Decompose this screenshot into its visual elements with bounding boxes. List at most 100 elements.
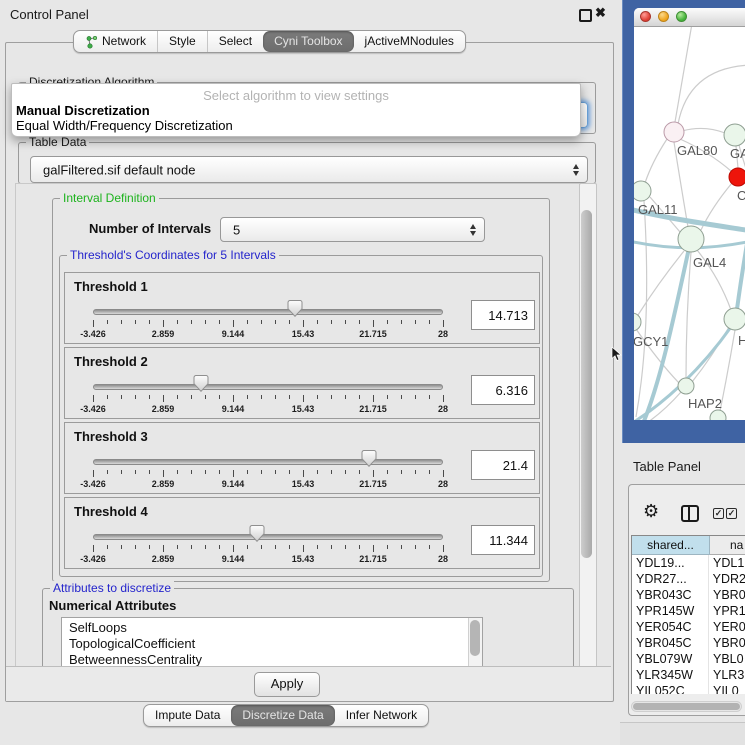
threshold-1-value-field[interactable]: 14.713 [471,300,535,330]
network-node[interactable] [724,308,745,330]
network-node[interactable] [729,168,745,186]
slider-thumb[interactable] [362,450,377,472]
panel-scrollbar[interactable] [579,183,597,668]
slider-thumb[interactable] [250,525,265,547]
attributes-group-title: Attributes to discretize [50,581,174,595]
close-traffic-light[interactable] [640,11,651,22]
slider-track[interactable] [93,309,443,315]
threshold-4-panel: Threshold 4 -3.4262.8599.14415.4321.7152… [64,497,540,569]
network-node[interactable] [634,313,641,331]
network-node[interactable] [678,378,694,394]
slider-track[interactable] [93,459,443,465]
slider-tick-labels: -3.4262.8599.14415.4321.71528 [93,329,443,339]
network-node[interactable] [664,122,684,142]
network-icon [85,35,98,49]
network-node-label: GAL80 [677,143,717,158]
checkbox-icon[interactable]: ✓ [726,508,737,519]
scrollbar-thumb[interactable] [581,210,592,558]
network-node[interactable] [724,124,745,146]
table-row[interactable]: YLR345WYLR3 [632,667,745,683]
mouse-cursor [611,347,622,362]
float-window-icon[interactable] [579,9,592,22]
tab-style[interactable]: Style [157,31,207,52]
threshold-3-panel: Threshold 3 -3.4262.8599.14415.4321.7152… [64,422,540,494]
slider-track[interactable] [93,384,443,390]
threshold-3-slider[interactable]: -3.4262.8599.14415.4321.71528 [93,423,443,493]
tab-infer-network[interactable]: Infer Network [335,705,428,726]
table-row[interactable]: YIL052CYIL0 [632,683,745,694]
cyni-toolbox-panel: Discretization Algorithm Select algorith… [5,42,614,702]
network-canvas[interactable]: GAL80GACGAL11GAL4GCY1HHAP2 [634,27,745,420]
table-row[interactable]: YBR045CYBR0 [632,635,745,651]
tab-network-label: Network [102,31,146,52]
zoom-traffic-light[interactable] [676,11,687,22]
network-node-label: GA [730,146,745,161]
slider-ticks [93,320,443,328]
attribute-list-item[interactable]: TopologicalCoefficient [62,636,482,652]
tab-discretize-data[interactable]: Discretize Data [231,705,334,726]
minimize-traffic-light[interactable] [658,11,669,22]
tab-jactivemnodules[interactable]: jActiveMNodules [354,31,465,52]
network-node-label: GAL4 [693,255,726,270]
tab-impute-data[interactable]: Impute Data [144,705,231,726]
threshold-2-value-field[interactable]: 6.316 [471,375,535,405]
tab-select[interactable]: Select [207,31,263,52]
slider-tick-labels: -3.4262.8599.14415.4321.71528 [93,479,443,489]
node-table-body: YDL19...YDL1YDR27...YDR2YBR043CYBR0YPR14… [632,555,745,694]
table-row[interactable]: YBL079WYBL0 [632,651,745,667]
algorithm-option-manual[interactable]: Manual Discretization [16,103,150,118]
network-node[interactable] [634,181,651,201]
attributes-group: Attributes to discretize Numerical Attri… [42,588,574,668]
number-of-intervals-value: 5 [233,222,240,237]
cyni-mode-tabs: Impute Data Discretize Data Infer Networ… [143,704,429,727]
network-node[interactable] [710,410,726,420]
column-header-shared-name[interactable]: shared... [632,536,710,555]
combo-arrows-icon [470,224,476,236]
attribute-list-item[interactable]: SelfLoops [62,620,482,636]
table-data-group: Table Data galFiltered.sif default node [18,142,596,184]
table-panel-title: Table Panel [633,459,701,474]
number-of-intervals-combobox[interactable]: 5 [220,217,485,242]
close-icon[interactable]: ✖ [595,5,606,21]
algorithm-option-equal-width[interactable]: Equal Width/Frequency Discretization [16,118,233,133]
numerical-attributes-list[interactable]: SelfLoopsTopologicalCoefficientBetweenne… [61,617,483,668]
table-row[interactable]: YPR145WYPR1 [632,603,745,619]
slider-ticks [93,395,443,403]
settings-scroll-area: Interval Definition Number of Intervals … [15,183,580,668]
table-row[interactable]: YDL19...YDL1 [632,555,745,571]
checkbox-icon[interactable]: ✓ [713,508,724,519]
table-horizontal-scrollbar[interactable] [631,701,742,712]
network-node[interactable] [678,226,704,252]
node-attribute-table: shared... na YDL19...YDL1YDR27...YDR2YBR… [631,535,745,694]
threshold-4-value-field[interactable]: 11.344 [471,525,535,555]
threshold-3-value-field[interactable]: 21.4 [471,450,535,480]
table-data-title: Table Data [26,135,89,149]
threshold-2-slider[interactable]: -3.4262.8599.14415.4321.71528 [93,348,443,418]
slider-track[interactable] [93,534,443,540]
bottom-status-strip [620,722,745,745]
tab-network[interactable]: Network [74,31,157,52]
table-row[interactable]: YER054CYER0 [632,619,745,635]
table-data-combobox[interactable]: galFiltered.sif default node [30,156,588,183]
column-header-name[interactable]: na [710,536,745,555]
slider-tick-labels: -3.4262.8599.14415.4321.71528 [93,554,443,564]
network-node-label: GCY1 [634,334,668,349]
slider-thumb[interactable] [288,300,303,322]
slider-tick-labels: -3.4262.8599.14415.4321.71528 [93,404,443,414]
network-window-frame[interactable]: GAL80GACGAL11GAL4GCY1HHAP2 [622,0,745,443]
threshold-4-slider[interactable]: -3.4262.8599.14415.4321.71528 [93,498,443,568]
tab-cyni-toolbox[interactable]: Cyni Toolbox [263,31,353,52]
table-row[interactable]: YDR27...YDR2 [632,571,745,587]
number-of-intervals-label: Number of Intervals [89,221,211,236]
threshold-1-slider[interactable]: -3.4262.8599.14415.4321.71528 [93,273,443,343]
network-window-titlebar[interactable] [634,8,745,27]
list-scrollbar[interactable] [468,618,482,668]
network-node-label: C [737,188,745,203]
table-row[interactable]: YBR043CYBR0 [632,587,745,603]
split-columns-icon[interactable] [681,505,699,522]
slider-thumb[interactable] [194,375,209,397]
threshold-coordinates-group: Threshold's Coordinates for 5 Intervals … [59,255,543,577]
apply-button[interactable]: Apply [254,672,320,697]
scrollbar-thumb[interactable] [633,703,740,710]
gear-icon[interactable]: ⚙ [643,502,659,520]
